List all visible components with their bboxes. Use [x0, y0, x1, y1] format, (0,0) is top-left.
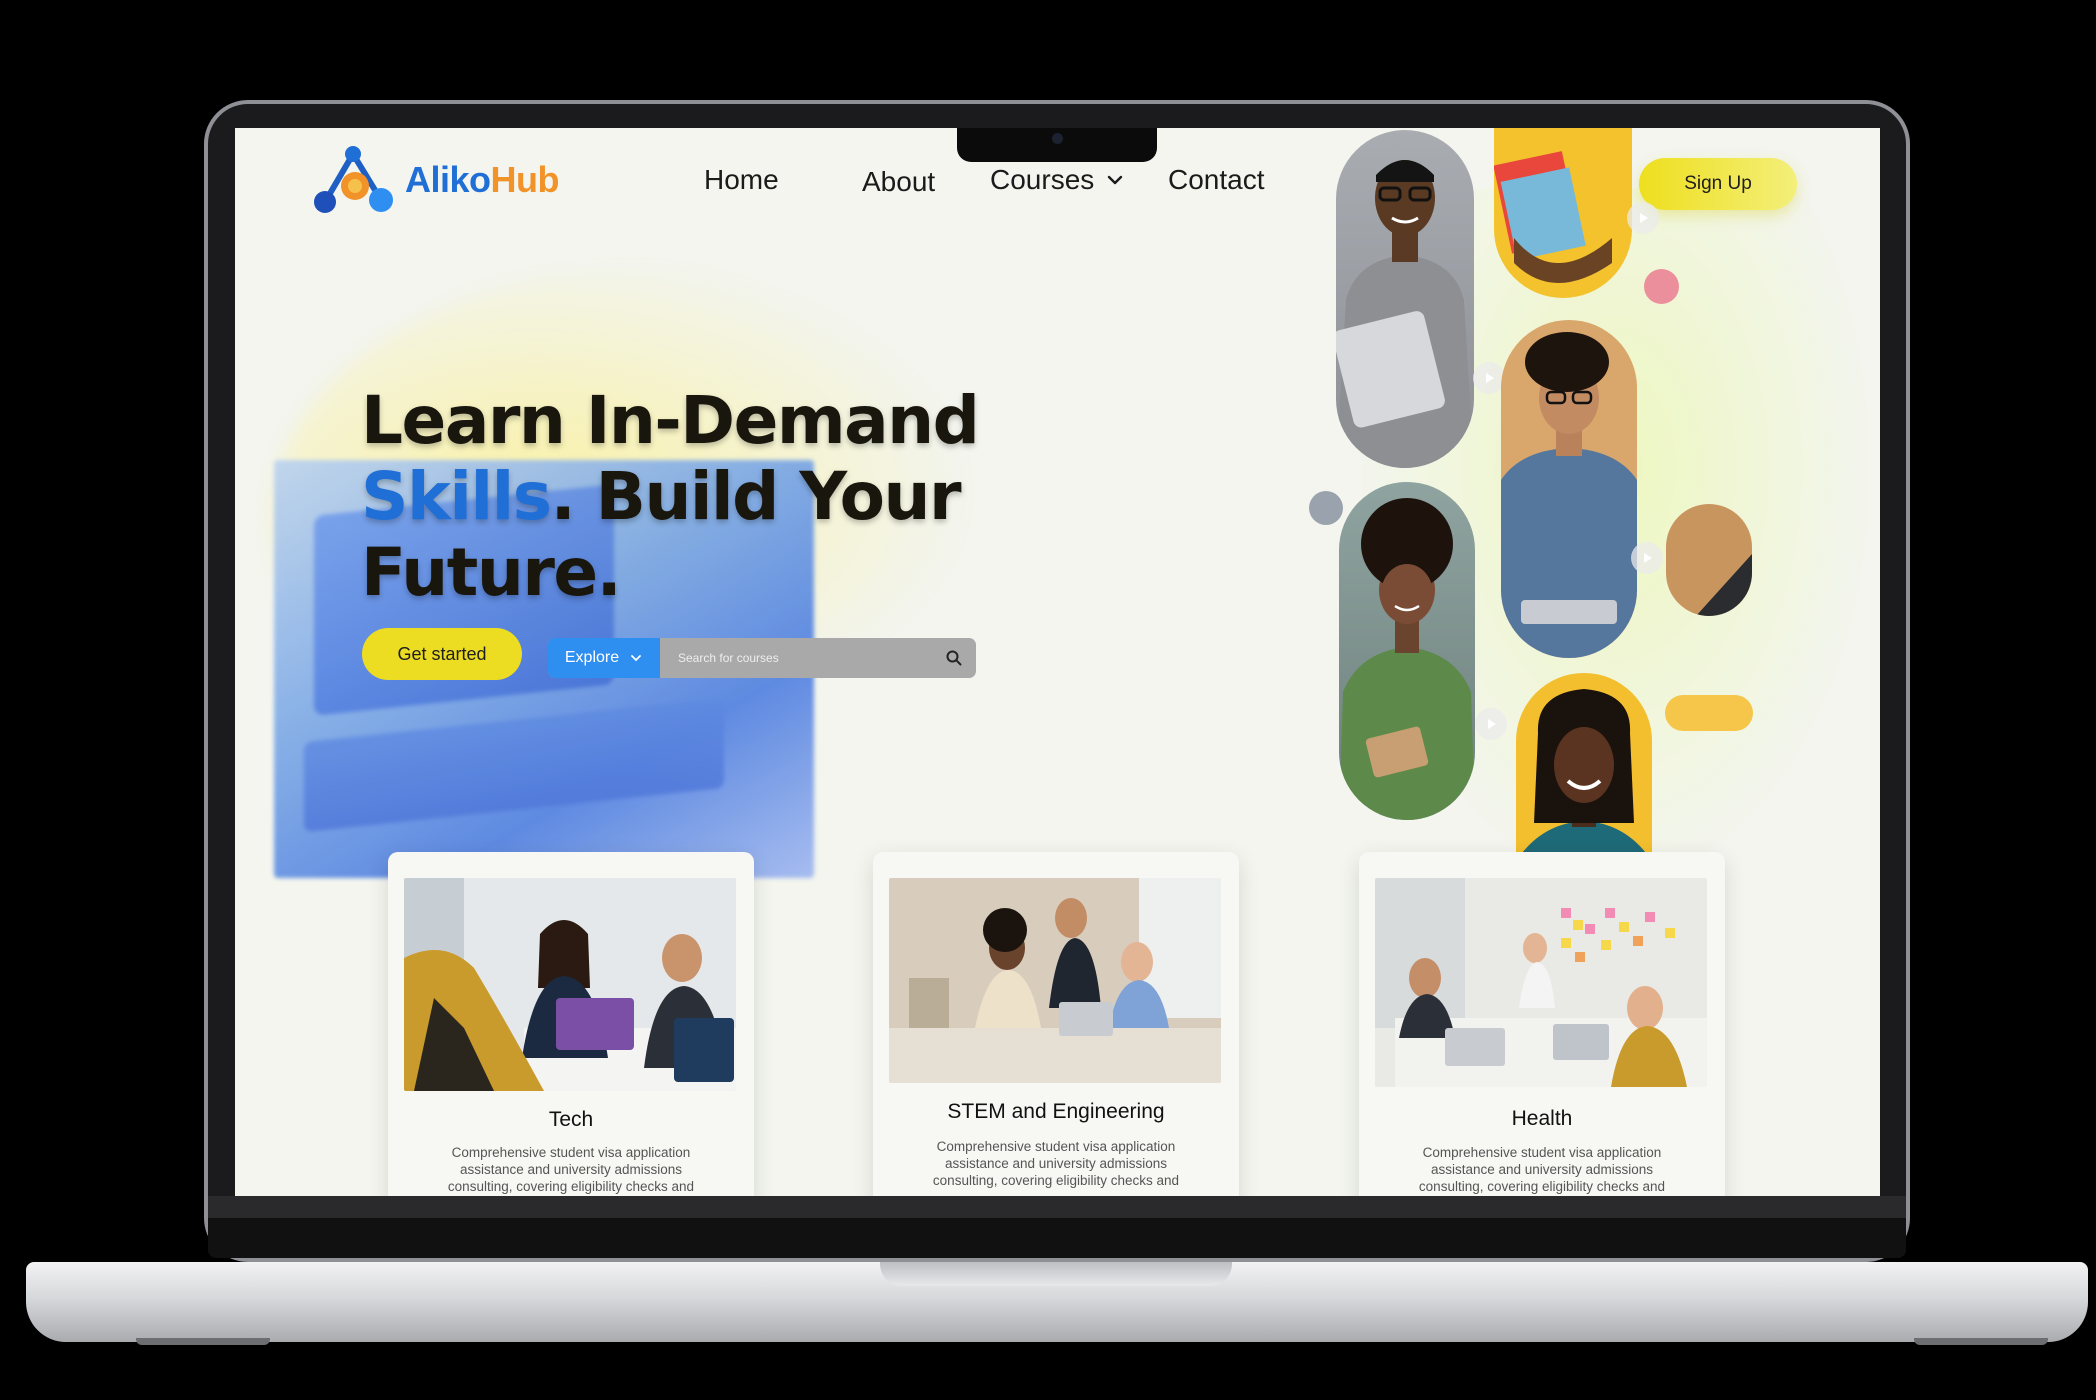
- headline-line-2-rest: . Build Your: [550, 458, 962, 535]
- nav-contact[interactable]: Contact: [1168, 164, 1265, 196]
- nav-home[interactable]: Home: [704, 164, 779, 196]
- chevron-down-icon: [631, 655, 642, 662]
- person-photo-4: [1339, 482, 1475, 820]
- play-icon[interactable]: [1475, 708, 1507, 740]
- course-card-stem[interactable]: STEM and Engineering Comprehensive stude…: [873, 852, 1239, 1196]
- course-card-health[interactable]: Health Comprehensive student visa applic…: [1359, 852, 1725, 1196]
- get-started-button[interactable]: Get started: [362, 628, 522, 680]
- headline-accent: Skills: [361, 458, 552, 535]
- search-button[interactable]: [932, 638, 976, 678]
- laptop-foot: [136, 1338, 270, 1345]
- logo-icon: [314, 146, 393, 213]
- explore-label: Explore: [564, 649, 620, 666]
- laptop-bezel-strip: [208, 1196, 1906, 1218]
- nav-about-label: About: [862, 166, 936, 197]
- website-screen: AlikoHub Home About Courses Contact Sign…: [235, 128, 1880, 1196]
- search-icon: [946, 650, 962, 666]
- course-card-description: Comprehensive student visa application a…: [1418, 1145, 1666, 1194]
- laptop-mockup: AlikoHub Home About Courses Contact Sign…: [0, 0, 2096, 1400]
- sign-up-button[interactable]: Sign Up: [1639, 158, 1797, 210]
- course-card-description: Comprehensive student visa application a…: [447, 1145, 695, 1194]
- course-card-title: STEM and Engineering: [947, 1100, 1165, 1123]
- nav-courses-label: Courses: [990, 164, 1095, 195]
- course-search-bar: Explore Search for courses: [548, 638, 976, 678]
- decor-dot-grey: [1309, 491, 1343, 525]
- person-photo-1: [1336, 130, 1474, 468]
- play-icon[interactable]: [1627, 202, 1659, 234]
- course-card-title: Tech: [548, 1108, 594, 1131]
- search-input[interactable]: Search for courses: [660, 638, 932, 678]
- person-photo-3: [1501, 320, 1637, 658]
- explore-dropdown[interactable]: Explore: [548, 638, 660, 678]
- headline-line-1: Learn In-Demand: [361, 382, 980, 459]
- brand-name: AlikoHub: [405, 159, 560, 200]
- laptop-foot: [1914, 1338, 2048, 1345]
- course-card-image: [404, 878, 736, 1091]
- nav-home-label: Home: [704, 164, 779, 195]
- play-icon[interactable]: [1631, 542, 1663, 574]
- person-photo-5: [1666, 504, 1752, 616]
- laptop-base-groove: [880, 1262, 1232, 1286]
- headline-line-2: Skills. Build Your: [361, 459, 978, 535]
- headline-line-3: Future.: [361, 534, 622, 611]
- decor-pill-yellow: [1665, 695, 1753, 731]
- hero-headline: Learn In-Demand Skills. Build Your Futur…: [361, 382, 980, 611]
- camera-icon: [1052, 133, 1063, 144]
- course-card-description: Comprehensive student visa application a…: [932, 1139, 1180, 1188]
- course-card-title: Health: [1511, 1107, 1573, 1130]
- chevron-down-icon: [1108, 175, 1123, 185]
- decor-dot-pink: [1644, 269, 1679, 304]
- course-card-image: [1375, 878, 1707, 1087]
- person-photo-2: [1494, 128, 1632, 298]
- nav-courses[interactable]: Courses: [990, 164, 1128, 196]
- nav-contact-label: Contact: [1168, 164, 1265, 195]
- course-card-tech[interactable]: Tech Comprehensive student visa applicat…: [388, 852, 754, 1196]
- nav-about[interactable]: About: [862, 166, 935, 198]
- course-card-image: [889, 878, 1221, 1083]
- logo[interactable]: AlikoHub: [311, 142, 560, 218]
